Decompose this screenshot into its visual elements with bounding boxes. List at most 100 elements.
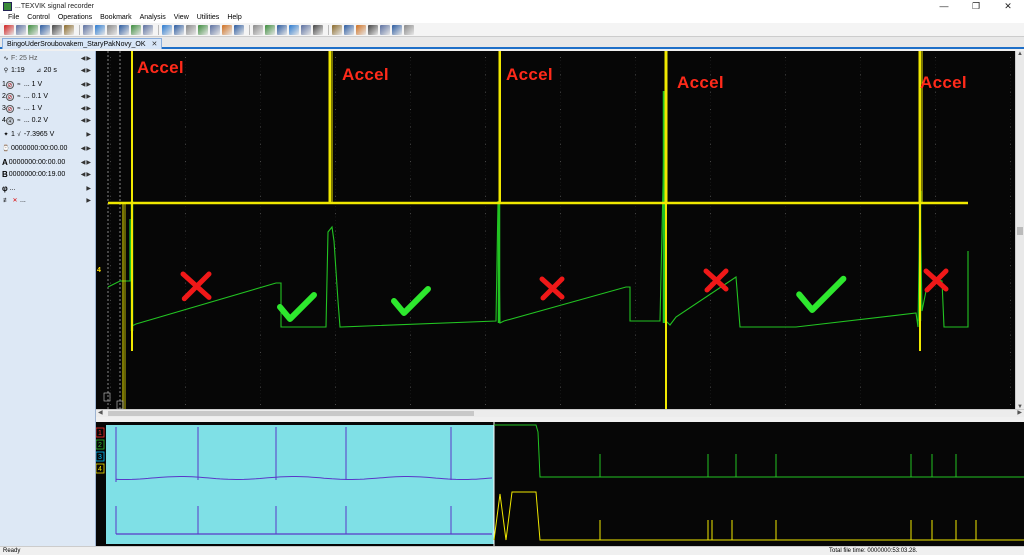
coupling-icon[interactable]: ≈ — [15, 81, 23, 89]
channel-row-4[interactable]: 4 ④ ≈ ... 0.2 V ◀▶ — [2, 115, 94, 126]
oscilloscope-view[interactable]: Accel Accel Accel Accel Accel 4 — [96, 51, 1024, 410]
horizontal-scrollbar[interactable]: ◀ ▶ — [96, 409, 1024, 417]
channel-off-icon[interactable]: ⊘ — [5, 92, 14, 101]
minimize-button[interactable]: — — [928, 0, 960, 13]
toolbar-tool-icon[interactable] — [83, 24, 93, 35]
toolbar-tool-icon[interactable] — [368, 24, 378, 35]
toolbar-tool-icon[interactable] — [289, 24, 299, 35]
remove-icon[interactable]: ✕ — [11, 197, 19, 205]
time-cursor-row[interactable]: ⌚ 0000000:00:00.00 ◀▶ — [2, 143, 94, 154]
cursor-a-row[interactable]: A 0000000:00:00.00 ◀▶ — [2, 157, 94, 168]
grid-tick — [635, 265, 636, 266]
toolbar-tool-icon[interactable] — [253, 24, 263, 35]
grid-tick — [485, 143, 486, 145]
scroll-right-icon[interactable]: ▶ — [1017, 410, 1022, 417]
measure-type-icon[interactable]: √ — [15, 131, 23, 139]
channel-off-icon[interactable]: ⊘ — [5, 104, 14, 113]
toolbar-tool-icon[interactable] — [198, 24, 208, 35]
phase-row[interactable]: φ ... ▶ — [2, 183, 94, 194]
menu-view[interactable]: View — [174, 13, 189, 23]
toolbar-tool-icon[interactable] — [332, 24, 342, 35]
toolbar-tool-icon[interactable] — [40, 24, 50, 35]
cursor-b-arrows[interactable]: ◀▶ — [81, 171, 92, 178]
menu-utilities[interactable]: Utilities — [197, 13, 220, 23]
extra-row[interactable]: ≢ ✕ ... ▶ — [2, 195, 94, 206]
tab-recording[interactable]: BingoUderSroubovakem_StaryPakNovy_OK ✕ — [2, 38, 163, 49]
toolbar-tool-icon[interactable] — [143, 24, 153, 35]
toolbar-tool-icon[interactable] — [186, 24, 196, 35]
channel-arrows[interactable]: ◀▶ — [81, 105, 92, 112]
coupling-icon[interactable]: ≈ — [15, 117, 23, 125]
channel-row-2[interactable]: 2 ⊘ ≈ ... 0.1 V ◀▶ — [2, 91, 94, 102]
toolbar-tool-icon[interactable] — [64, 24, 74, 35]
toolbar-tool-icon[interactable] — [52, 24, 62, 35]
vertical-scrollbar[interactable]: ▲ ▼ — [1015, 51, 1024, 410]
toolbar-tool-icon[interactable] — [131, 24, 141, 35]
frequency-arrows[interactable]: ◀▶ — [81, 55, 92, 62]
toolbar-tool-icon[interactable] — [107, 24, 117, 35]
toolbar-tool-icon[interactable] — [222, 24, 232, 35]
toolbar-tool-icon[interactable] — [4, 24, 14, 35]
grid-tick — [335, 157, 336, 159]
toolbar-tool-icon[interactable] — [404, 24, 414, 35]
close-button[interactable]: ✕ — [992, 0, 1024, 13]
toolbar-tool-icon[interactable] — [392, 24, 402, 35]
coupling-icon[interactable]: ≈ — [15, 105, 23, 113]
time-cursor-arrows[interactable]: ◀▶ — [81, 145, 92, 152]
vertical-scroll-thumb[interactable] — [1017, 227, 1023, 235]
measure-row[interactable]: ✦ 1 √ -7.3965 V ▶ — [2, 129, 94, 140]
channel-arrows[interactable]: ◀▶ — [81, 81, 92, 88]
cursor-b-row[interactable]: B 0000000:00:19.00 ◀▶ — [2, 169, 94, 180]
toolbar-tool-icon[interactable] — [162, 24, 172, 35]
channel-arrows[interactable]: ◀▶ — [81, 93, 92, 100]
toolbar-tool-icon[interactable] — [356, 24, 366, 35]
channel-row-1[interactable]: 1 ⊘ ≈ ... 1 V ◀▶ — [2, 79, 94, 90]
scroll-up-icon[interactable]: ▲ — [1016, 51, 1024, 57]
toolbar-tool-icon[interactable] — [277, 24, 287, 35]
overview-view[interactable]: 1 2 3 4 — [96, 422, 1024, 546]
grid-tick — [635, 334, 636, 336]
toolbar-tool-icon[interactable] — [210, 24, 220, 35]
toolbar-tool-icon[interactable] — [301, 24, 311, 35]
cursor-a-arrows[interactable]: ◀▶ — [81, 159, 92, 166]
tab-close-icon[interactable]: ✕ — [152, 40, 158, 48]
channel-arrows[interactable]: ◀▶ — [81, 117, 92, 124]
toolbar-tool-icon[interactable] — [28, 24, 38, 35]
grid-tick — [410, 192, 411, 193]
toolbar-tool-icon[interactable] — [234, 24, 244, 35]
grid-tick — [860, 383, 861, 384]
maximize-button[interactable]: ❐ — [960, 0, 992, 13]
channel-row-3[interactable]: 3 ⊘ ≈ ... 1 V ◀▶ — [2, 103, 94, 114]
menu-analysis[interactable]: Analysis — [140, 13, 166, 23]
menu-control[interactable]: Control — [27, 13, 50, 23]
toolbar-tool-icon[interactable] — [16, 24, 26, 35]
toolbar-tool-icon[interactable] — [265, 24, 275, 35]
scroll-left-icon[interactable]: ◀ — [98, 410, 103, 417]
extra-arrow[interactable]: ▶ — [86, 197, 92, 204]
toolbar-tool-icon[interactable] — [174, 24, 184, 35]
grid-tick — [710, 133, 711, 134]
grid-tick — [335, 171, 336, 173]
zoom-row[interactable]: ⚲ 1:19 ⊿ 20 s ◀▶ — [2, 65, 94, 76]
toolbar-tool-icon[interactable] — [95, 24, 105, 35]
grid-tick — [260, 289, 261, 291]
channel-off-icon[interactable]: ⊘ — [5, 80, 14, 89]
timebase-arrows[interactable]: ◀▶ — [81, 67, 92, 74]
measure-arrow[interactable]: ▶ — [86, 131, 92, 138]
toolbar-tool-icon[interactable] — [380, 24, 390, 35]
menu-operations[interactable]: Operations — [58, 13, 92, 23]
menu-help[interactable]: Help — [227, 13, 241, 23]
frequency-row[interactable]: ∿ F: 25 Hz ◀▶ — [2, 53, 94, 64]
phase-arrow[interactable]: ▶ — [86, 185, 92, 192]
menu-bookmark[interactable]: Bookmark — [100, 13, 132, 23]
horizontal-scroll-thumb[interactable] — [108, 411, 474, 416]
channel-on-icon[interactable]: ④ — [5, 116, 14, 125]
toolbar-tool-icon[interactable] — [344, 24, 354, 35]
grid-tick — [485, 88, 486, 89]
channel-4-marker[interactable]: 4 — [97, 267, 101, 274]
coupling-icon[interactable]: ≈ — [15, 93, 23, 101]
menu-file[interactable]: File — [8, 13, 19, 23]
toolbar-tool-icon[interactable] — [313, 24, 323, 35]
toolbar-tool-icon[interactable] — [119, 24, 129, 35]
grid-tick — [560, 376, 561, 377]
